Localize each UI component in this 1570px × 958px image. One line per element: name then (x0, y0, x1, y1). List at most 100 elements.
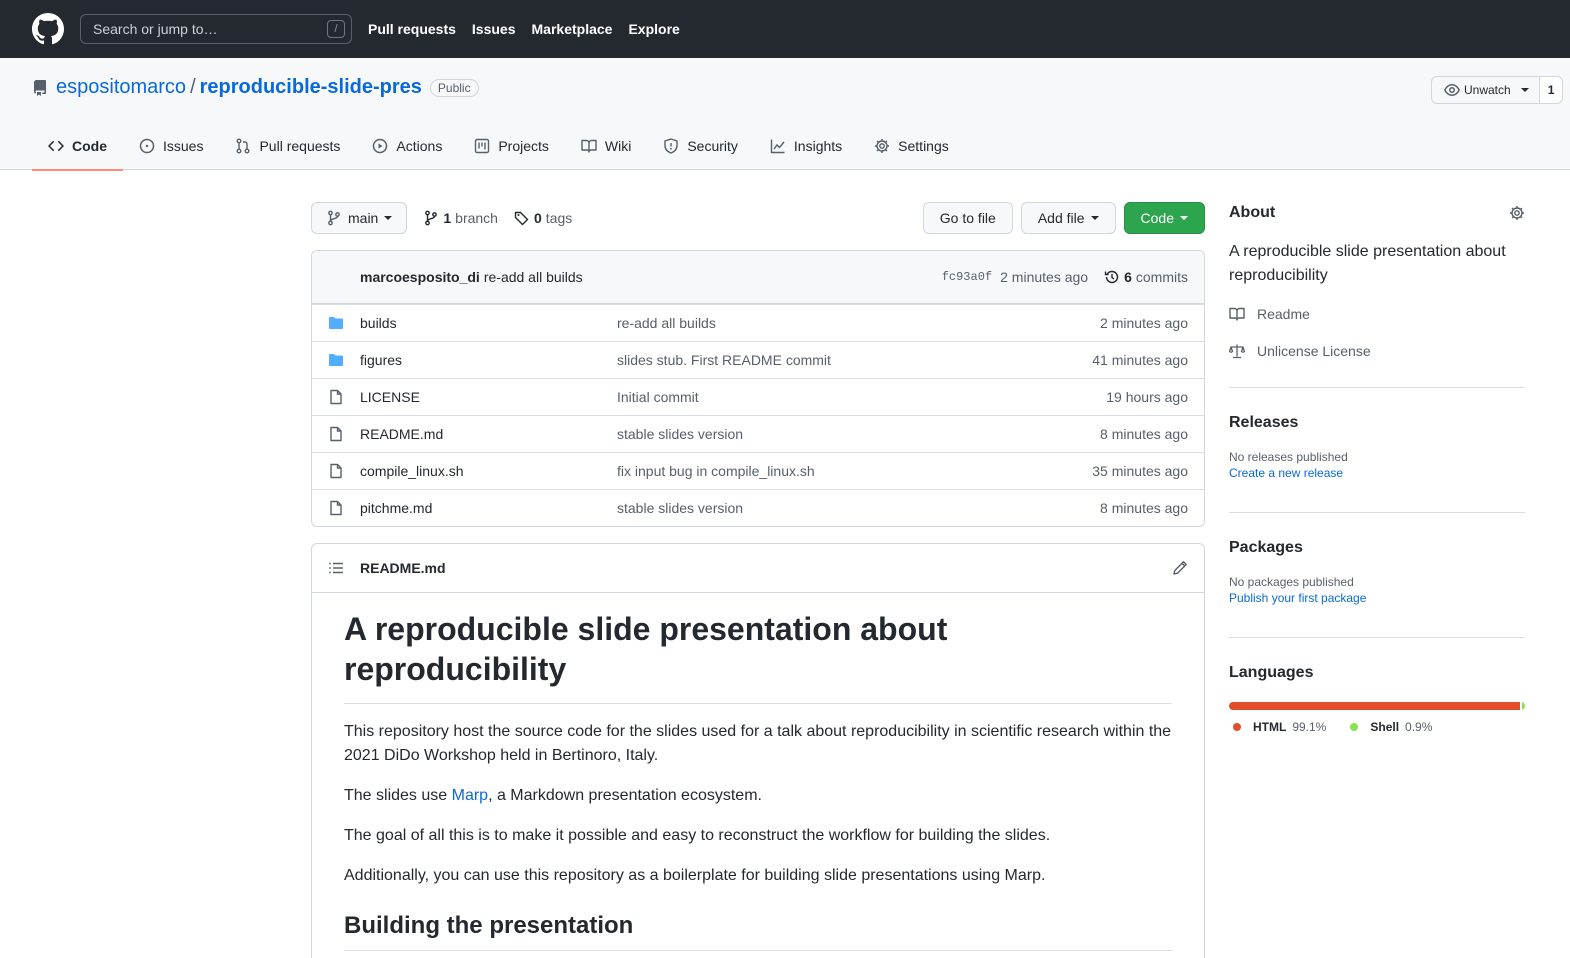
code-icon (48, 140, 64, 152)
tab-settings-label: Settings (898, 138, 949, 154)
file-row[interactable]: pitchme.md stable slides version 8 minut… (312, 489, 1204, 526)
language-dot (1233, 723, 1241, 731)
readme-link[interactable]: Readme (1229, 306, 1310, 322)
repo-owner-link[interactable]: espositomarco (56, 76, 186, 99)
commit-count-label: commits (1135, 269, 1188, 285)
about-title: About (1229, 204, 1276, 221)
releases-info: No releases published Create a new relea… (1229, 450, 1525, 480)
tab-security[interactable]: Security (647, 122, 754, 170)
file-row[interactable]: README.md stable slides version 8 minute… (312, 415, 1204, 452)
file-row[interactable]: figures slides stub. First README commit… (312, 341, 1204, 378)
tab-insights[interactable]: Insights (754, 122, 858, 170)
file-name[interactable]: builds (360, 315, 617, 331)
readme-filename[interactable]: README.md (360, 560, 446, 576)
file-name[interactable]: LICENSE (360, 389, 617, 405)
file-commit-message[interactable]: stable slides version (617, 426, 1100, 442)
packages-info: No packages published Publish your first… (1229, 575, 1525, 605)
code-button[interactable]: Code (1123, 202, 1205, 234)
chevron-down-icon (384, 216, 393, 220)
file-row[interactable]: LICENSE Initial commit 19 hours ago (312, 378, 1204, 415)
marp-link[interactable]: Marp (452, 787, 488, 804)
tab-projects[interactable]: Projects (458, 122, 565, 170)
packages-empty-text: No packages published (1229, 575, 1354, 589)
readme-panel: README.md A reproducible slide presentat… (311, 543, 1205, 958)
file-row[interactable]: builds re-add all builds 2 minutes ago (312, 304, 1204, 341)
readme-subheading: Building the presentation (344, 912, 1172, 951)
gear-icon[interactable] (1509, 205, 1525, 221)
tab-settings[interactable]: Settings (858, 122, 965, 170)
unwatch-label: Unwatch (1464, 83, 1511, 97)
create-release-link[interactable]: Create a new release (1229, 466, 1525, 480)
branch-name: main (348, 210, 379, 226)
search-placeholder: Search or jump to… (93, 21, 218, 37)
file-actions: Go to file Add file Code (922, 202, 1205, 234)
gear-icon (875, 139, 890, 153)
tab-issues-label: Issues (163, 138, 204, 154)
branch-count-label: branch (455, 210, 498, 226)
language-percent: 99.1% (1292, 720, 1327, 734)
license-link[interactable]: Unlicense License (1229, 343, 1371, 359)
nav-issues[interactable]: Issues (472, 21, 516, 37)
chevron-down-icon (1090, 216, 1099, 220)
law-icon (1229, 344, 1245, 359)
language-dot (1350, 723, 1359, 731)
about-header: About (1229, 204, 1525, 222)
file-icon (330, 389, 342, 405)
tab-actions[interactable]: Actions (356, 122, 458, 170)
file-name[interactable]: compile_linux.sh (360, 463, 617, 479)
github-logo-icon[interactable] (32, 13, 64, 45)
tab-issues[interactable]: Issues (123, 122, 219, 170)
project-icon (475, 138, 490, 154)
branch-count: 1 (443, 210, 452, 226)
commits-link[interactable]: 6 commits (1104, 269, 1188, 285)
watch-count[interactable]: 1 (1539, 77, 1563, 103)
file-name[interactable]: README.md (360, 426, 617, 442)
tab-actions-label: Actions (396, 138, 443, 154)
tab-pull-requests[interactable]: Pull requests (219, 122, 356, 170)
list-icon[interactable] (328, 560, 344, 576)
unwatch-button[interactable]: Unwatch (1432, 77, 1540, 103)
readme-header: README.md (312, 544, 1204, 593)
file-commit-message[interactable]: fix input bug in compile_linux.sh (617, 463, 1092, 479)
file-commit-message[interactable]: Initial commit (617, 389, 1106, 405)
tab-code[interactable]: Code (32, 122, 123, 171)
nav-marketplace[interactable]: Marketplace (532, 21, 613, 37)
commit-message[interactable]: re-add all builds (484, 269, 583, 285)
languages-title: Languages (1229, 664, 1314, 681)
file-row[interactable]: compile_linux.sh fix input bug in compil… (312, 452, 1204, 489)
publish-package-link[interactable]: Publish your first package (1229, 591, 1525, 605)
commit-sha[interactable]: fc93a0f (942, 270, 992, 284)
add-file-button[interactable]: Add file (1020, 202, 1116, 234)
tag-count-label: tags (545, 210, 573, 226)
file-name[interactable]: figures (360, 352, 617, 368)
file-age: 8 minutes ago (1100, 500, 1188, 516)
shield-icon (664, 138, 679, 154)
book-icon (581, 139, 597, 153)
language-item[interactable]: HTML 99.1% (1233, 720, 1326, 734)
file-browser: marcoesposito_di re-add all builds fc93a… (311, 250, 1205, 527)
branches-link[interactable]: 1 branch (423, 210, 498, 226)
readme-paragraph: The slides use Marp, a Markdown presenta… (344, 784, 1172, 808)
commit-author[interactable]: marcoesposito_di (360, 269, 480, 285)
go-to-file-button[interactable]: Go to file (922, 202, 1013, 234)
chevron-down-icon (1520, 88, 1529, 92)
book-icon (1229, 307, 1245, 321)
language-item[interactable]: Shell 0.9% (1350, 720, 1432, 734)
file-name[interactable]: pitchme.md (360, 500, 617, 516)
branch-select-button[interactable]: main (311, 202, 408, 234)
file-age: 19 hours ago (1106, 389, 1188, 405)
file-commit-message[interactable]: re-add all builds (617, 315, 1100, 331)
search-input[interactable]: Search or jump to… / (80, 14, 352, 44)
releases-title[interactable]: Releases (1229, 414, 1525, 432)
graph-icon (770, 139, 785, 154)
tab-wiki[interactable]: Wiki (565, 122, 647, 170)
pencil-icon[interactable] (1172, 560, 1188, 576)
nav-pull-requests[interactable]: Pull requests (368, 21, 456, 37)
file-commit-message[interactable]: slides stub. First README commit (617, 352, 1092, 368)
tags-link[interactable]: 0 tags (514, 210, 572, 226)
language-name: Shell (1370, 720, 1400, 734)
file-commit-message[interactable]: stable slides version (617, 500, 1100, 516)
nav-explore[interactable]: Explore (628, 21, 679, 37)
packages-title[interactable]: Packages (1229, 539, 1525, 557)
repo-name-link[interactable]: reproducible-slide-pres (200, 76, 422, 99)
